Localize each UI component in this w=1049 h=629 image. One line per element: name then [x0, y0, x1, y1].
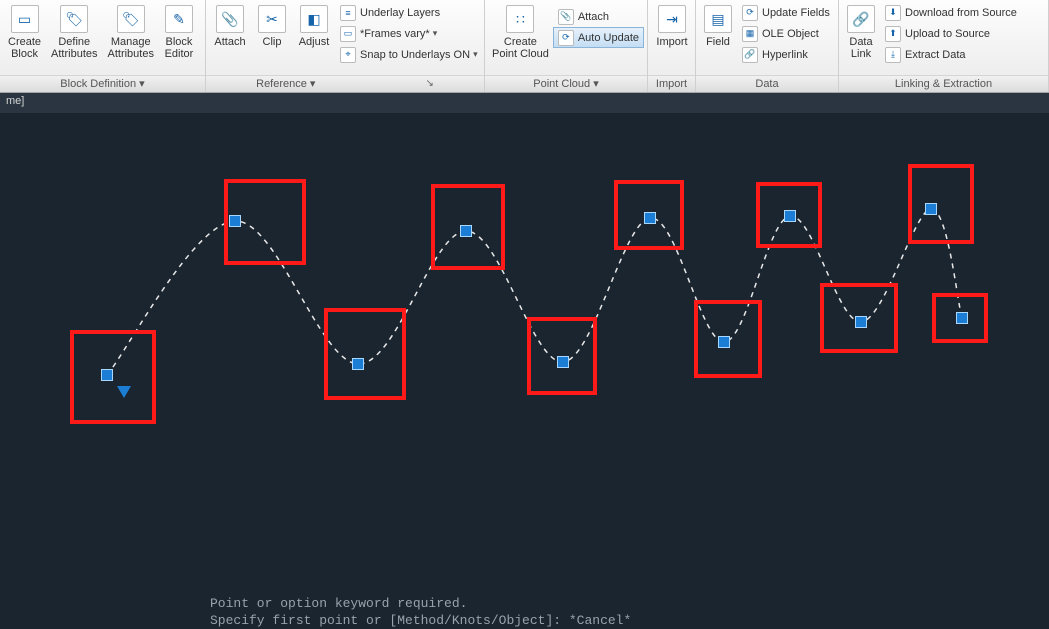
- chevron-down-icon: ▾: [473, 49, 478, 60]
- panel-title-import: Import: [648, 75, 695, 92]
- panel-point-cloud: ∷ Create Point Cloud 📎 Attach ⟳ Auto Upd…: [485, 0, 648, 92]
- annotation-highlight-box: [431, 184, 505, 270]
- ole-object-button[interactable]: ▦ OLE Object: [737, 23, 835, 44]
- layers-icon: ≡: [340, 5, 356, 21]
- clip-icon: ✂: [258, 5, 286, 33]
- panel-block-definition: ▭ Create Block 🏷 Define Attributes 🏷 Man…: [0, 0, 206, 92]
- data-link-icon: 🔗: [847, 5, 875, 33]
- update-icon: ⟳: [742, 5, 758, 21]
- manage-attributes-button[interactable]: 🏷 Manage Attributes: [103, 2, 159, 70]
- chevron-down-icon: ▾: [433, 28, 438, 39]
- annotation-highlight-box: [908, 164, 974, 244]
- attach-icon: 📎: [216, 5, 244, 33]
- panel-title-reference[interactable]: Reference ▾ ↘: [206, 75, 484, 92]
- command-line[interactable]: Point or option keyword required. Specif…: [210, 595, 1049, 629]
- update-fields-button[interactable]: ⟳ Update Fields: [737, 2, 835, 23]
- annotation-highlight-box: [614, 180, 684, 250]
- drawing-tab-strip[interactable]: me]: [0, 93, 1049, 113]
- dialog-launcher-icon[interactable]: ↘: [425, 76, 433, 92]
- hyperlink-button[interactable]: 🔗 Hyperlink: [737, 44, 835, 65]
- upload-to-source-button[interactable]: ⬆ Upload to Source: [880, 23, 1022, 44]
- ribbon: ▭ Create Block 🏷 Define Attributes 🏷 Man…: [0, 0, 1049, 93]
- hyperlink-icon: 🔗: [742, 47, 758, 63]
- extract-icon: ⤓: [885, 47, 901, 63]
- frames-vary-dropdown[interactable]: ▭ *Frames vary* ▾: [335, 23, 483, 44]
- attach-icon: 📎: [558, 9, 574, 25]
- snap-to-underlays-dropdown[interactable]: ⌖ Snap to Underlays ON ▾: [335, 44, 483, 65]
- pc-attach-button[interactable]: 📎 Attach: [553, 6, 644, 27]
- upload-icon: ⬆: [885, 26, 901, 42]
- snap-icon: ⌖: [340, 47, 356, 63]
- attach-button[interactable]: 📎 Attach: [209, 2, 251, 70]
- field-button[interactable]: ▤ Field: [699, 2, 737, 70]
- drawing-canvas[interactable]: Point or option keyword required. Specif…: [0, 113, 1049, 629]
- block-editor-icon: ✎: [165, 5, 193, 33]
- create-block-button[interactable]: ▭ Create Block: [3, 2, 46, 70]
- download-icon: ⬇: [885, 5, 901, 21]
- annotation-highlight-box: [756, 182, 822, 248]
- panel-reference: 📎 Attach ✂ Clip ◧ Adjust ≡ Underlay Laye…: [206, 0, 485, 92]
- cmd-line-1: Point or option keyword required.: [210, 596, 467, 611]
- panel-import: ⇥ Import Import: [648, 0, 696, 92]
- tag-edit-icon: 🏷: [117, 5, 145, 33]
- panel-title-point-cloud[interactable]: Point Cloud ▾: [485, 75, 647, 92]
- panel-data: ▤ Field ⟳ Update Fields ▦ OLE Object 🔗 H…: [696, 0, 839, 92]
- extract-data-button[interactable]: ⤓ Extract Data: [880, 44, 1022, 65]
- spline-curve: [0, 113, 1049, 629]
- annotation-highlight-box: [932, 293, 988, 343]
- block-editor-button[interactable]: ✎ Block Editor: [159, 2, 199, 70]
- clip-button[interactable]: ✂ Clip: [251, 2, 293, 70]
- panel-title-block-definition[interactable]: Block Definition ▾: [0, 75, 205, 92]
- create-point-cloud-button[interactable]: ∷ Create Point Cloud: [488, 2, 553, 70]
- define-attributes-button[interactable]: 🏷 Define Attributes: [46, 2, 102, 70]
- pc-auto-update-button[interactable]: ⟳ Auto Update: [553, 27, 644, 48]
- annotation-highlight-box: [527, 317, 597, 395]
- annotation-highlight-box: [224, 179, 306, 265]
- annotation-highlight-box: [694, 300, 762, 378]
- block-icon: ▭: [11, 5, 39, 33]
- drawing-tab-label: me]: [6, 95, 24, 107]
- frame-icon: ▭: [340, 26, 356, 42]
- data-link-button[interactable]: 🔗 Data Link: [842, 2, 880, 70]
- panel-linking-extraction: 🔗 Data Link ⬇ Download from Source ⬆ Upl…: [839, 0, 1049, 92]
- import-icon: ⇥: [658, 5, 686, 33]
- point-cloud-icon: ∷: [506, 5, 534, 33]
- panel-title-linking: Linking & Extraction: [839, 75, 1048, 92]
- adjust-button[interactable]: ◧ Adjust: [293, 2, 335, 70]
- annotation-highlight-box: [324, 308, 406, 400]
- download-from-source-button[interactable]: ⬇ Download from Source: [880, 2, 1022, 23]
- cmd-line-2: Specify first point or [Method/Knots/Obj…: [210, 613, 631, 628]
- refresh-icon: ⟳: [558, 30, 574, 46]
- tag-icon: 🏷: [60, 5, 88, 33]
- adjust-icon: ◧: [300, 5, 328, 33]
- annotation-highlight-box: [70, 330, 156, 424]
- ole-icon: ▦: [742, 26, 758, 42]
- field-icon: ▤: [704, 5, 732, 33]
- import-button[interactable]: ⇥ Import: [651, 2, 693, 70]
- annotation-highlight-box: [820, 283, 898, 353]
- underlay-layers-button[interactable]: ≡ Underlay Layers: [335, 2, 483, 23]
- panel-title-data: Data: [696, 75, 838, 92]
